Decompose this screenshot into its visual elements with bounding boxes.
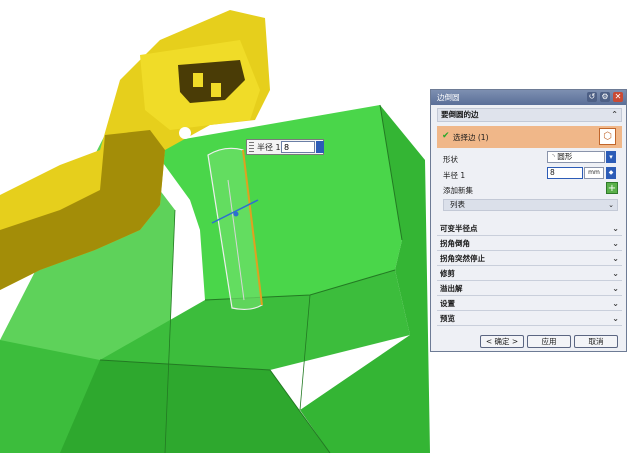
gear-icon[interactable]: ⚙	[600, 92, 610, 102]
section-label: 拐角突然停止	[440, 254, 485, 263]
list-label: 列表	[450, 200, 465, 209]
shape-dropdown[interactable]: ◝ 圆形	[547, 151, 605, 163]
yellow-part-tab	[193, 73, 203, 87]
yellow-part-hole	[179, 127, 191, 139]
green-block-bottom-face	[60, 360, 330, 453]
yellow-part-tab-2	[211, 83, 221, 97]
section-label: 设置	[440, 299, 455, 308]
section-stop-short[interactable]: 拐角突然停止 ⌄	[437, 252, 622, 266]
check-icon: ✔	[442, 131, 450, 141]
add-set-label: 添加新集	[443, 186, 473, 195]
radius-input[interactable]: 8	[547, 167, 583, 179]
chevron-down-icon: ⌄	[612, 224, 619, 233]
cancel-button[interactable]: 取消	[574, 335, 618, 348]
shape-value: 圆形	[557, 152, 573, 161]
reset-icon[interactable]: ↺	[587, 92, 597, 102]
section-corner-setback[interactable]: 拐角倒角 ⌄	[437, 237, 622, 251]
chevron-up-icon: ⌃	[611, 110, 618, 119]
close-icon[interactable]: ✕	[613, 92, 623, 102]
drag-grip-icon[interactable]	[249, 142, 254, 152]
chevron-down-icon[interactable]: ▾	[606, 151, 616, 163]
section-trim[interactable]: 修剪 ⌄	[437, 267, 622, 281]
chevron-down-icon: ⌄	[612, 254, 619, 263]
chevron-down-icon: ⌄	[612, 269, 619, 278]
ok-button[interactable]: < 确定 >	[480, 335, 524, 348]
section-edges-header[interactable]: 要倒圆的边 ⌃	[437, 108, 622, 122]
apply-button[interactable]: 应用	[527, 335, 571, 348]
floating-radius-input[interactable]: 半径 1 8	[246, 139, 324, 155]
radius-spinner-icon[interactable]: ◆	[606, 167, 616, 179]
radius-value: 8	[550, 168, 555, 177]
fillet-shape-icon: ◝	[552, 152, 555, 161]
section-edges-title: 要倒圆的边	[441, 110, 479, 119]
section-label: 修剪	[440, 269, 455, 278]
floating-radius-label: 半径 1	[257, 143, 281, 152]
floating-radius-value[interactable]: 8	[281, 141, 315, 153]
section-variable-radius[interactable]: 可变半径点 ⌄	[437, 222, 622, 236]
section-label: 拐角倒角	[440, 239, 470, 248]
chevron-down-icon: ⌄	[612, 284, 619, 293]
drag-handle-origin[interactable]	[233, 211, 239, 217]
edge-blend-dialog: 边倒圆 ↺ ⚙ ✕ 要倒圆的边 ⌃ ✔ 选择边 (1) ⬡ 形状 ◝ 圆形 ▾ …	[430, 89, 627, 352]
radius-unit: mm	[588, 169, 600, 176]
chevron-down-icon: ⌄	[612, 239, 619, 248]
select-edge-label: 选择边 (1)	[453, 133, 489, 142]
section-label: 预览	[440, 314, 455, 323]
spinner-icon[interactable]	[316, 141, 324, 153]
shape-label: 形状	[443, 155, 458, 164]
chevron-down-icon: ⌄	[612, 299, 619, 308]
unit-field: mm	[584, 167, 604, 179]
chevron-down-icon: ⌄	[612, 314, 619, 323]
section-label: 溢出解	[440, 284, 463, 293]
section-preview[interactable]: 预览 ⌄	[437, 312, 622, 326]
dialog-title: 边倒圆	[437, 93, 460, 102]
select-edge-cube-icon[interactable]: ⬡	[599, 128, 616, 145]
section-overflow[interactable]: 溢出解 ⌄	[437, 282, 622, 296]
chevron-down-icon: ⌄	[608, 201, 614, 209]
section-settings[interactable]: 设置 ⌄	[437, 297, 622, 311]
section-label: 可变半径点	[440, 224, 478, 233]
radius-label: 半径 1	[443, 171, 466, 180]
add-set-plus-icon[interactable]: +	[606, 182, 618, 194]
list-header[interactable]: 列表 ⌄	[443, 199, 618, 211]
